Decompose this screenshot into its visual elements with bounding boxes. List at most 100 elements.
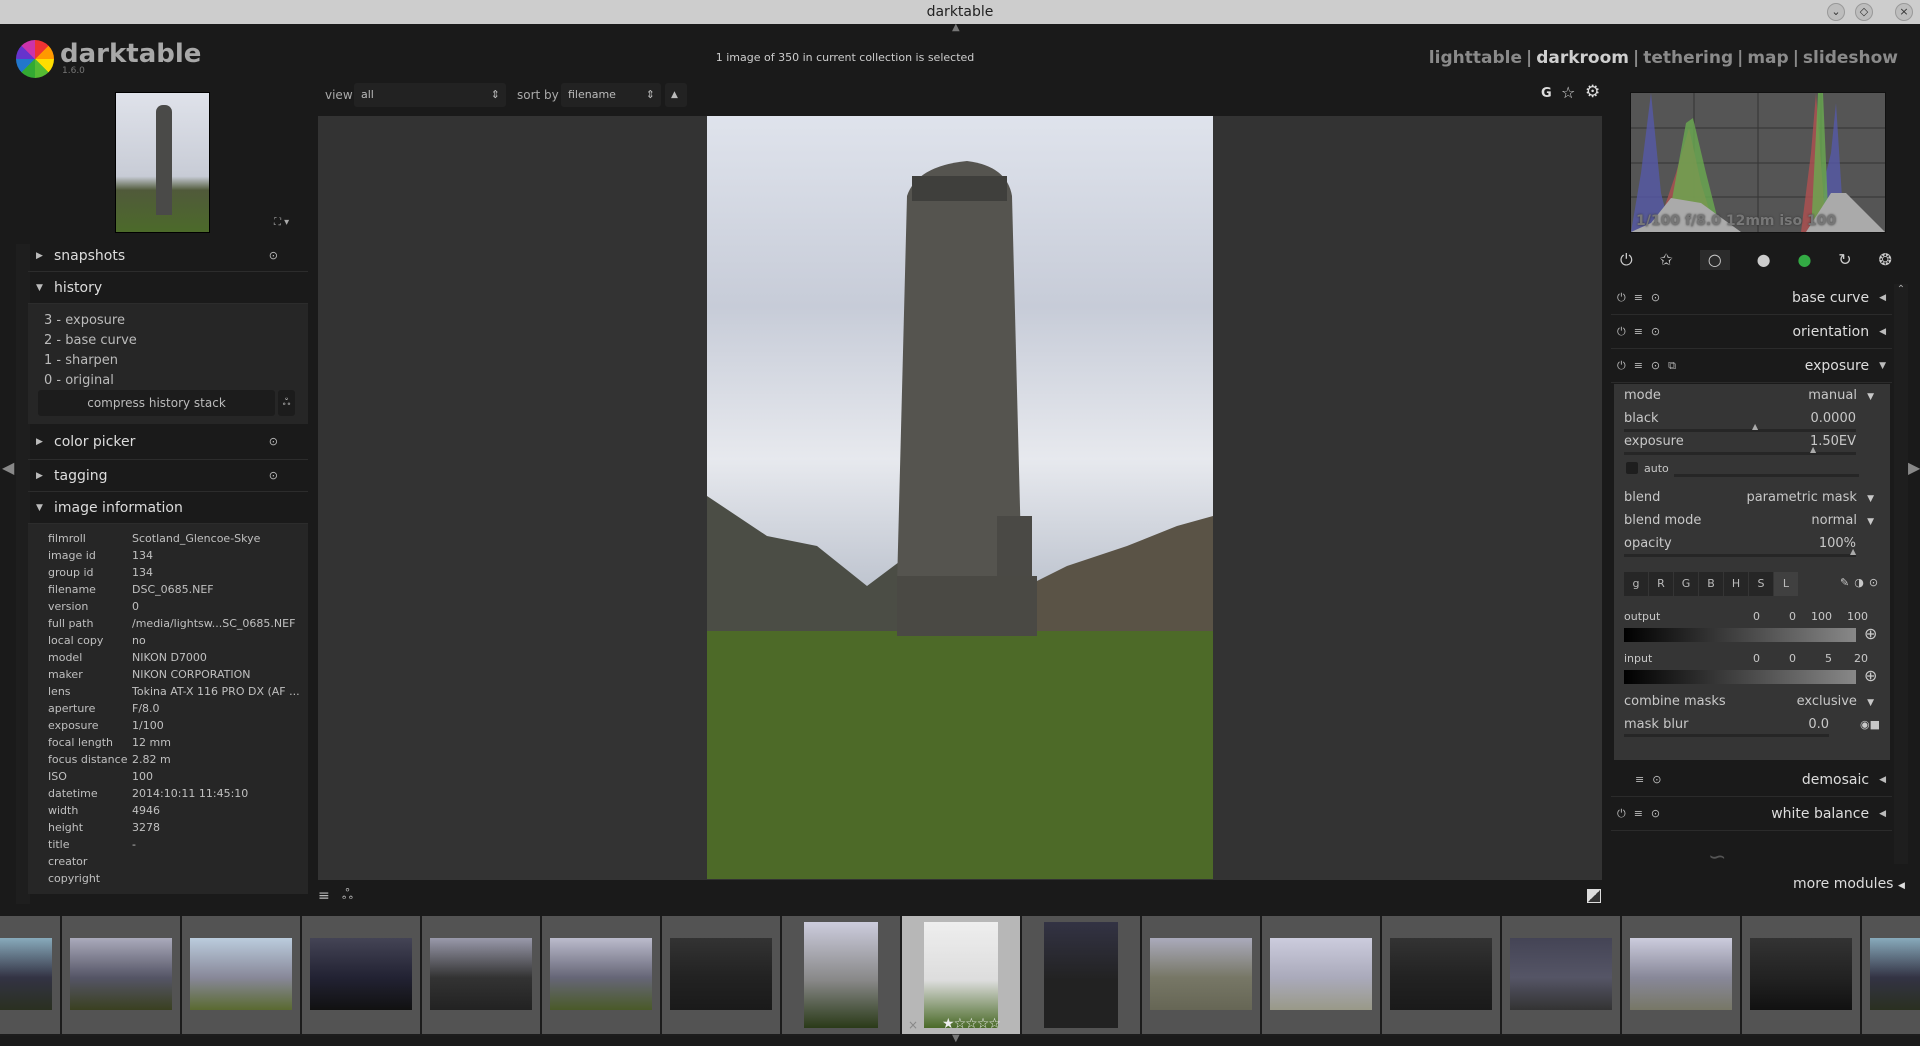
more-modules-button[interactable]: more modules ◀ <box>1793 876 1905 892</box>
multi-instance-icon[interactable]: ⧉ <box>1668 359 1676 373</box>
module-tagging[interactable]: ▶ tagging ⊙ <box>28 460 308 492</box>
filmstrip-thumbnail[interactable] <box>1862 916 1920 1034</box>
maximize-button[interactable]: ◇ <box>1855 3 1873 21</box>
filmstrip-thumbnail[interactable] <box>662 916 780 1034</box>
presets-icon[interactable]: ≡ <box>1634 807 1643 821</box>
reset-icon[interactable]: ⊙ <box>1651 291 1660 305</box>
effects-group-icon[interactable]: ❂ <box>1879 250 1892 270</box>
power-icon[interactable]: ⏻ <box>1617 807 1626 821</box>
gear-preferences-icon[interactable]: ⚙ <box>1585 82 1600 102</box>
compress-history-button[interactable]: compress history stack <box>38 390 275 416</box>
black-slider-track[interactable]: ▲ <box>1624 422 1856 432</box>
auto-percentile-slider[interactable] <box>1674 474 1859 477</box>
view-filter-select[interactable]: all ⇕ <box>354 83 506 107</box>
styles-icon[interactable]: ஃ <box>342 887 353 905</box>
slider-handle[interactable]: ▲ <box>1850 547 1856 556</box>
filmstrip-thumbnail[interactable] <box>62 916 180 1034</box>
pick-input-icon[interactable]: ⊕ <box>1864 666 1877 685</box>
exposure-slider-track[interactable]: ▲ <box>1624 445 1856 455</box>
module-exposure[interactable]: ⏻ ≡ ⊙ ⧉ exposure ▼ <box>1611 349 1892 383</box>
color-group-icon[interactable]: ● <box>1797 250 1811 270</box>
module-color-picker[interactable]: ▶ color picker ⊙ <box>28 424 308 460</box>
history-item[interactable]: 1 - sharpen <box>28 350 308 370</box>
module-white-balance[interactable]: ⏻ ≡ ⊙ white balance ◀ <box>1611 797 1892 831</box>
tab-g[interactable]: g <box>1624 572 1648 596</box>
blend-mode-combobox[interactable]: blend mode normal ▼ <box>1624 513 1874 528</box>
active-modules-power-icon[interactable]: ⏻ <box>1620 250 1633 270</box>
right-panel-scrollbar[interactable]: ⌃ <box>1894 284 1908 864</box>
pick-output-icon[interactable]: ⊕ <box>1864 624 1877 643</box>
tab-L[interactable]: L <box>1774 572 1798 596</box>
top-panel-toggle-icon[interactable]: ▲ <box>952 22 960 33</box>
opacity-slider[interactable]: opacity 100% <box>1624 536 1856 551</box>
star-rating[interactable]: ★☆☆☆☆ <box>942 1016 1001 1032</box>
presets-icon[interactable]: ≡ <box>1634 291 1643 305</box>
tab-R[interactable]: R <box>1649 572 1673 596</box>
invert-polarity-icon[interactable]: ◑ <box>1854 576 1864 589</box>
star-icon[interactable]: ★ <box>942 1016 955 1032</box>
mask-blur-track[interactable] <box>1624 734 1829 737</box>
view-map[interactable]: map <box>1747 48 1788 68</box>
main-image[interactable] <box>707 116 1213 879</box>
reset-icon[interactable]: ⊙ <box>1651 359 1660 373</box>
module-demosaic[interactable]: ≡ ⊙ demosaic ◀ <box>1611 763 1892 797</box>
presets-icon[interactable]: ≡ <box>1634 359 1643 373</box>
slider-handle[interactable]: ▲ <box>1810 445 1816 454</box>
star-favorite-icon[interactable]: ☆ <box>1561 83 1575 102</box>
filmstrip-thumbnail[interactable] <box>1382 916 1500 1034</box>
filmstrip-thumbnail[interactable] <box>1622 916 1740 1034</box>
filmstrip[interactable]: ★☆☆☆☆ × <box>0 916 1920 1036</box>
filmstrip-thumbnail[interactable] <box>1502 916 1620 1034</box>
opacity-slider-track[interactable]: ▲ <box>1624 547 1856 557</box>
filmstrip-thumbnail[interactable] <box>182 916 300 1034</box>
reset-icon[interactable]: ⊙ <box>1651 807 1660 821</box>
exposure-slider[interactable]: exposure 1.50EV <box>1624 434 1856 449</box>
view-darkroom[interactable]: darkroom <box>1536 48 1629 68</box>
collapse-left-panel-icon[interactable]: ◀ <box>2 458 14 477</box>
filmstrip-thumbnail[interactable] <box>1142 916 1260 1034</box>
navigation-thumbnail[interactable] <box>115 92 210 233</box>
display-mask-eye-icon[interactable]: ◉■ <box>1860 718 1880 731</box>
filmstrip-thumbnail[interactable] <box>1022 916 1140 1034</box>
history-item[interactable]: 3 - exposure <box>28 310 308 330</box>
sort-order-toggle[interactable]: ▲ <box>665 83 687 107</box>
power-icon[interactable]: ⏻ <box>1617 359 1626 373</box>
reset-icon[interactable]: ⊙ <box>1652 773 1661 786</box>
presets-menu-icon[interactable]: ≡ <box>318 888 330 904</box>
power-icon[interactable]: ⏻ <box>1617 291 1626 305</box>
star-icon[interactable]: ☆ <box>965 1016 978 1032</box>
histogram[interactable]: 1/100 f/8.0 12mm iso 100 <box>1630 92 1886 233</box>
filmstrip-thumbnail[interactable] <box>1742 916 1860 1034</box>
star-icon[interactable]: ☆ <box>954 1016 967 1032</box>
star-icon[interactable]: ☆ <box>988 1016 1001 1032</box>
favorites-star-icon[interactable]: ✩ <box>1660 250 1673 270</box>
mask-blur-slider[interactable]: mask blur 0.0 <box>1624 717 1829 732</box>
view-slideshow[interactable]: slideshow <box>1803 48 1898 68</box>
minimize-button[interactable]: ⌄ <box>1827 3 1845 21</box>
module-orientation[interactable]: ⏻ ≡ ⊙ orientation ◀ <box>1611 315 1892 349</box>
combine-masks-combobox[interactable]: combine masks exclusive ▼ <box>1624 694 1874 709</box>
black-slider[interactable]: black 0.0000 <box>1624 411 1856 426</box>
color-assessment-icon[interactable] <box>1587 889 1601 903</box>
close-button[interactable]: × <box>1895 3 1913 21</box>
filmstrip-thumbnail[interactable] <box>1262 916 1380 1034</box>
tab-G[interactable]: G <box>1674 572 1698 596</box>
star-icon[interactable]: ☆ <box>977 1016 990 1032</box>
filmstrip-thumbnail[interactable] <box>422 916 540 1034</box>
tab-B[interactable]: B <box>1699 572 1723 596</box>
reject-icon[interactable]: × <box>908 1018 918 1032</box>
filmstrip-thumbnail[interactable] <box>782 916 900 1034</box>
guides-button[interactable]: G <box>1541 86 1552 101</box>
history-item[interactable]: 0 - original <box>28 370 308 390</box>
presets-icon[interactable]: ≡ <box>1634 325 1643 339</box>
output-gradient-slider[interactable] <box>1624 628 1856 642</box>
power-icon[interactable]: ⏻ <box>1617 325 1626 339</box>
reset-icon[interactable]: ⊙ <box>269 469 278 482</box>
basic-group-circle-icon[interactable]: ○ <box>1699 250 1730 270</box>
create-style-icon[interactable]: ஃ <box>278 390 295 416</box>
filmstrip-thumbnail-selected[interactable]: ★☆☆☆☆ × <box>902 916 1020 1034</box>
slider-handle[interactable]: ▲ <box>1752 422 1758 431</box>
tab-S[interactable]: S <box>1749 572 1773 596</box>
mode-combobox[interactable]: mode manual ▼ <box>1624 388 1874 403</box>
presets-icon[interactable]: ≡ <box>1635 773 1644 786</box>
